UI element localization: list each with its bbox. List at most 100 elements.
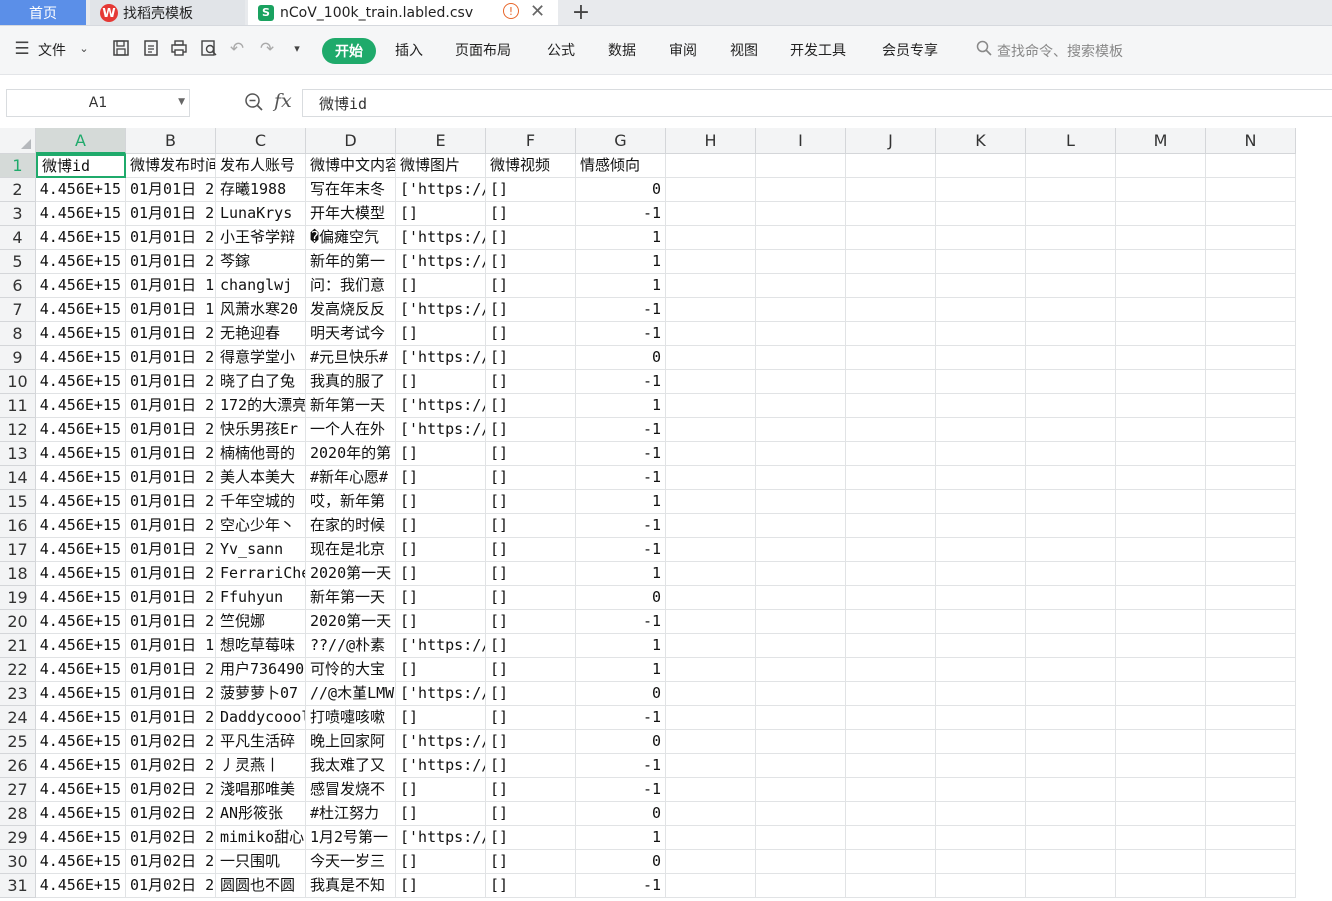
table-cell[interactable] bbox=[1116, 826, 1206, 850]
table-cell[interactable] bbox=[846, 706, 936, 730]
table-cell[interactable] bbox=[1206, 778, 1296, 802]
table-cell[interactable]: 4.456E+15 bbox=[36, 490, 126, 514]
table-cell[interactable] bbox=[756, 490, 846, 514]
table-cell[interactable]: -1 bbox=[576, 442, 666, 466]
table-cell[interactable] bbox=[1026, 370, 1116, 394]
tab-insert[interactable]: 插入 bbox=[395, 40, 423, 60]
table-cell[interactable] bbox=[666, 778, 756, 802]
table-cell[interactable]: 01月01日 2 bbox=[126, 466, 216, 490]
table-cell[interactable]: 01月01日 2 bbox=[126, 250, 216, 274]
table-cell[interactable] bbox=[846, 466, 936, 490]
table-cell[interactable]: [] bbox=[486, 562, 576, 586]
table-cell[interactable] bbox=[1026, 394, 1116, 418]
table-cell[interactable]: 01月01日 2 bbox=[126, 658, 216, 682]
table-cell[interactable]: ['https:// bbox=[396, 298, 486, 322]
table-cell[interactable] bbox=[666, 346, 756, 370]
tab-data[interactable]: 数据 bbox=[608, 40, 636, 60]
table-cell[interactable]: FerrariChe bbox=[216, 562, 306, 586]
undo-icon[interactable]: ↶ bbox=[227, 39, 247, 59]
table-cell[interactable]: 无艳迎春 bbox=[216, 322, 306, 346]
table-cell[interactable] bbox=[846, 658, 936, 682]
table-cell[interactable]: ['https:// bbox=[396, 250, 486, 274]
table-cell[interactable]: [] bbox=[396, 778, 486, 802]
table-cell[interactable] bbox=[1116, 586, 1206, 610]
table-cell[interactable]: 4.456E+15 bbox=[36, 874, 126, 898]
table-cell[interactable] bbox=[936, 202, 1026, 226]
insert-function-icon[interactable]: fx bbox=[274, 90, 292, 112]
column-header-n[interactable]: N bbox=[1206, 128, 1296, 154]
table-cell[interactable] bbox=[936, 442, 1026, 466]
header-cell[interactable]: 微博id bbox=[36, 154, 126, 178]
table-cell[interactable] bbox=[846, 226, 936, 250]
table-cell[interactable]: [] bbox=[486, 202, 576, 226]
table-cell[interactable]: ['https:// bbox=[396, 754, 486, 778]
table-cell[interactable] bbox=[756, 706, 846, 730]
table-cell[interactable]: [] bbox=[486, 658, 576, 682]
table-cell[interactable] bbox=[1026, 226, 1116, 250]
table-cell[interactable]: Daddycoool bbox=[216, 706, 306, 730]
table-cell[interactable]: 1 bbox=[576, 250, 666, 274]
table-cell[interactable] bbox=[846, 442, 936, 466]
row-header[interactable]: 22 bbox=[0, 658, 36, 682]
tab-page-layout[interactable]: 页面布局 bbox=[455, 40, 511, 60]
table-cell[interactable] bbox=[1026, 658, 1116, 682]
table-cell[interactable]: [] bbox=[396, 322, 486, 346]
table-cell[interactable] bbox=[1206, 658, 1296, 682]
table-cell[interactable] bbox=[1206, 514, 1296, 538]
table-cell[interactable]: [] bbox=[486, 298, 576, 322]
table-cell[interactable] bbox=[756, 298, 846, 322]
row-header[interactable]: 13 bbox=[0, 442, 36, 466]
table-cell[interactable] bbox=[936, 394, 1026, 418]
column-header-a[interactable]: A bbox=[36, 128, 126, 154]
table-cell[interactable] bbox=[846, 634, 936, 658]
table-cell[interactable]: -1 bbox=[576, 322, 666, 346]
table-cell[interactable]: 写在年末冬 bbox=[306, 178, 396, 202]
table-cell[interactable] bbox=[1116, 274, 1206, 298]
table-cell[interactable] bbox=[936, 514, 1026, 538]
table-cell[interactable]: 0 bbox=[576, 586, 666, 610]
table-cell[interactable] bbox=[666, 586, 756, 610]
table-cell[interactable]: [] bbox=[486, 418, 576, 442]
table-cell[interactable] bbox=[666, 274, 756, 298]
table-cell[interactable] bbox=[936, 226, 1026, 250]
quick-access-more-icon[interactable]: ▾ bbox=[287, 39, 307, 59]
column-header-e[interactable]: E bbox=[396, 128, 486, 154]
table-cell[interactable]: -1 bbox=[576, 466, 666, 490]
table-cell[interactable] bbox=[666, 394, 756, 418]
table-cell[interactable]: ??//@朴素 bbox=[306, 634, 396, 658]
table-cell[interactable]: [] bbox=[396, 538, 486, 562]
table-cell[interactable]: [] bbox=[396, 610, 486, 634]
table-cell[interactable] bbox=[756, 658, 846, 682]
table-cell[interactable] bbox=[756, 754, 846, 778]
table-cell[interactable]: -1 bbox=[576, 874, 666, 898]
table-cell[interactable]: 01月01日 1 bbox=[126, 634, 216, 658]
table-cell[interactable]: 现在是北京 bbox=[306, 538, 396, 562]
table-cell[interactable] bbox=[666, 514, 756, 538]
table-cell[interactable]: 快乐男孩Er bbox=[216, 418, 306, 442]
table-cell[interactable]: 4.456E+15 bbox=[36, 802, 126, 826]
table-cell[interactable] bbox=[756, 586, 846, 610]
table-cell[interactable] bbox=[1116, 466, 1206, 490]
table-cell[interactable]: #杜江努力 bbox=[306, 802, 396, 826]
table-cell[interactable]: changlwj bbox=[216, 274, 306, 298]
table-cell[interactable]: 01月01日 2 bbox=[126, 490, 216, 514]
table-cell[interactable] bbox=[666, 682, 756, 706]
table-cell[interactable] bbox=[1206, 634, 1296, 658]
table-cell[interactable]: //@木堇LMW bbox=[306, 682, 396, 706]
table-cell[interactable] bbox=[666, 442, 756, 466]
table-cell[interactable]: 丿灵燕丨 bbox=[216, 754, 306, 778]
table-cell[interactable] bbox=[1206, 490, 1296, 514]
table-cell[interactable]: [] bbox=[486, 802, 576, 826]
table-cell[interactable]: 小王爷学辩 bbox=[216, 226, 306, 250]
header-cell[interactable] bbox=[1026, 154, 1116, 178]
row-header[interactable]: 10 bbox=[0, 370, 36, 394]
table-cell[interactable]: ['https:// bbox=[396, 418, 486, 442]
table-cell[interactable] bbox=[1026, 322, 1116, 346]
table-cell[interactable] bbox=[846, 850, 936, 874]
table-cell[interactable] bbox=[666, 802, 756, 826]
row-header[interactable]: 19 bbox=[0, 586, 36, 610]
table-cell[interactable]: 01月01日 2 bbox=[126, 322, 216, 346]
table-cell[interactable] bbox=[846, 394, 936, 418]
column-header-h[interactable]: H bbox=[666, 128, 756, 154]
table-cell[interactable] bbox=[936, 250, 1026, 274]
